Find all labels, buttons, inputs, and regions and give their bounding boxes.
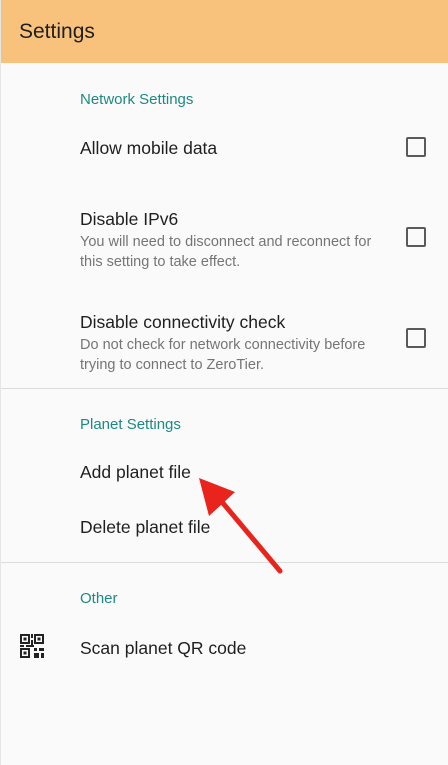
other-section: Other Scan planet QR code: [1, 563, 448, 688]
disable-ipv6-checkbox[interactable]: [406, 227, 426, 247]
disable-ipv6-label: Disable IPv6: [80, 209, 179, 229]
disable-ipv6-summary: You will need to disconnect and reconnec…: [80, 234, 372, 270]
page-title: Settings: [19, 19, 95, 43]
disable-connectivity-check-label: Disable connectivity check: [80, 312, 286, 332]
settings-screen: Settings Network Settings Allow mobile d…: [0, 0, 448, 765]
add-planet-file-label: Add planet file: [80, 462, 191, 482]
scan-planet-qr-preference[interactable]: Scan planet QR code: [1, 610, 448, 688]
delete-planet-file-label: Delete planet file: [80, 517, 211, 537]
qr-code-icon: [20, 634, 44, 658]
disable-connectivity-check-preference[interactable]: Disable connectivity check Do not check …: [1, 274, 448, 373]
network-settings-header: Network Settings: [80, 91, 194, 108]
planet-settings-header: Planet Settings: [80, 416, 181, 433]
allow-mobile-data-checkbox[interactable]: [406, 137, 426, 157]
allow-mobile-data-label: Allow mobile data: [80, 138, 218, 158]
allow-mobile-data-preference[interactable]: Allow mobile data: [1, 111, 448, 174]
network-settings-section: Network Settings Allow mobile data Disab…: [1, 63, 448, 373]
disable-ipv6-preference[interactable]: Disable IPv6 You will need to disconnect…: [1, 174, 448, 274]
delete-planet-file-preference[interactable]: Delete planet file: [1, 494, 448, 553]
other-header: Other: [80, 590, 118, 607]
add-planet-file-preference[interactable]: Add planet file: [1, 436, 448, 494]
scan-planet-qr-label: Scan planet QR code: [80, 638, 247, 658]
app-bar: Settings: [1, 0, 448, 63]
planet-settings-section: Planet Settings Add planet file Delete p…: [1, 389, 448, 553]
disable-connectivity-check-checkbox[interactable]: [406, 328, 426, 348]
disable-connectivity-check-summary: Do not check for network connectivity be…: [80, 337, 366, 373]
